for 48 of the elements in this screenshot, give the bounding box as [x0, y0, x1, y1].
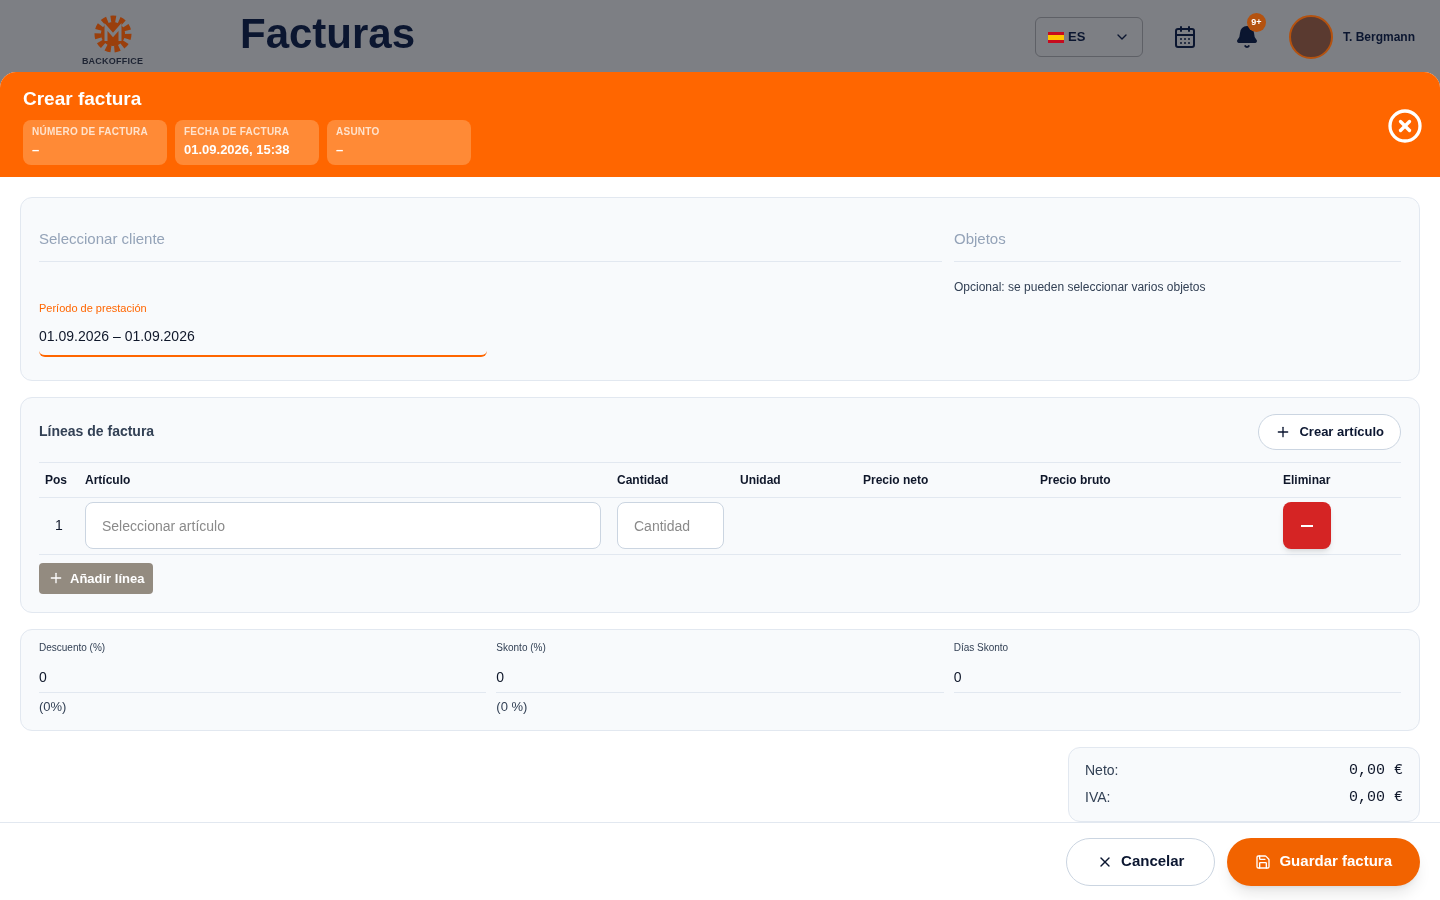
logo-text: BACKOFFICE: [81, 56, 144, 66]
meta-label: ASUNTO: [336, 125, 381, 139]
total-value: 0,00 €: [1349, 787, 1403, 808]
cancel-button[interactable]: Cancelar: [1066, 837, 1216, 886]
column-header: Precio neto: [863, 471, 930, 489]
meta-value: –: [32, 141, 41, 159]
close-button[interactable]: [1387, 108, 1423, 144]
dialog-title: Crear factura: [23, 88, 143, 110]
total-label: Neto:: [1085, 761, 1119, 781]
field-label: Skonto (%): [496, 640, 547, 655]
service-period-field[interactable]: Período de prestación 01.09.2026 – 01.09.2026: [39, 299, 487, 358]
notification-badge: 9+: [1247, 13, 1266, 32]
column-header: Pos: [44, 471, 68, 489]
meta-value: 01.09.2026, 15:38: [184, 141, 291, 159]
field-label: Descuento (%): [39, 640, 107, 655]
column-header: Eliminar: [1283, 471, 1332, 489]
discount-field[interactable]: 0: [953, 654, 1401, 693]
language-select[interactable]: ES: [1035, 17, 1143, 57]
total-value: 0,00 €: [1349, 761, 1403, 782]
bell-icon[interactable]: [1235, 25, 1259, 49]
meta-value: –: [336, 141, 345, 159]
field-label: Días Skonto: [953, 640, 1010, 655]
close-icon: [1387, 108, 1423, 144]
total-label: IVA:: [1085, 787, 1111, 807]
minus-icon: [1301, 524, 1313, 527]
discount-field[interactable]: 0: [496, 654, 944, 693]
user-name[interactable]: T. Bergmann: [1343, 28, 1415, 46]
page-title: Facturas: [240, 10, 416, 58]
column-header: Precio bruto: [1040, 471, 1112, 489]
objects-hint: Opcional: se pueden seleccionar varios objetos: [954, 278, 1207, 296]
save-icon: [1255, 853, 1272, 870]
article-field[interactable]: Seleccionar artículo: [85, 502, 601, 550]
field-hint: (0%): [39, 697, 68, 716]
position-cell-text: 1: [54, 516, 64, 536]
column-header: Cantidad: [617, 471, 670, 489]
field-hint: (0 %): [496, 697, 529, 716]
calendar-icon[interactable]: [1173, 25, 1197, 49]
create-article-button[interactable]: Crear artículo: [1258, 413, 1401, 450]
column-header: Unidad: [740, 471, 782, 489]
meta-label: NÚMERO DE FACTURA: [32, 125, 149, 139]
section-title: Líneas de factura: [39, 422, 155, 442]
meta-label: FECHA DE FACTURA: [184, 125, 291, 139]
avatar[interactable]: [1289, 15, 1333, 59]
flag-icon: [1048, 31, 1064, 43]
delete-row-button[interactable]: [1283, 502, 1331, 550]
quantity-field[interactable]: Cantidad: [617, 502, 724, 550]
column-header: Artículo: [85, 471, 132, 489]
discount-field[interactable]: 0: [39, 654, 487, 693]
